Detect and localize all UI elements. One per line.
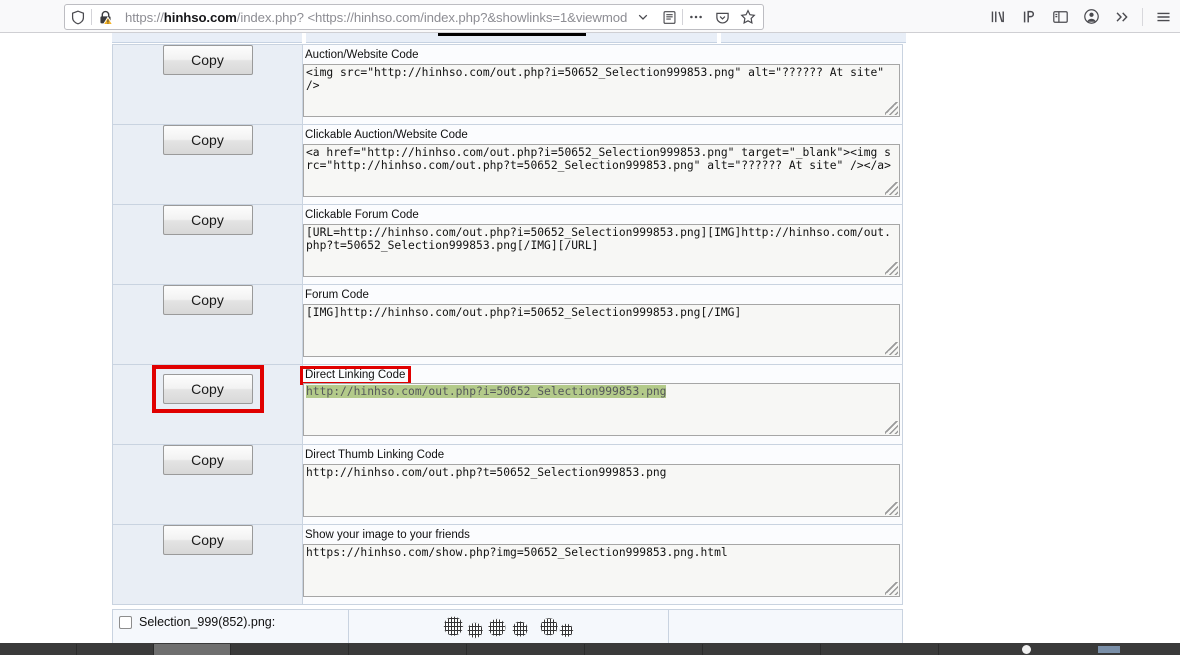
code-field-cell: Clickable Auction/Website Code <a href="h… bbox=[302, 124, 903, 205]
copy-button-cell: Copy bbox=[112, 44, 303, 125]
taskbar-tray-icon[interactable] bbox=[1098, 646, 1120, 653]
file-row: Selection_999(852).png: bbox=[112, 609, 903, 643]
code-row: Copy Show your image to your friends https… bbox=[112, 524, 903, 605]
library-icon[interactable] bbox=[985, 4, 1011, 30]
taskbar-item[interactable] bbox=[585, 643, 703, 655]
file-select-checkbox[interactable] bbox=[119, 615, 132, 629]
bookmark-star-icon[interactable] bbox=[735, 5, 761, 29]
file-extra-cell bbox=[668, 609, 903, 643]
annotation-box-copy-button: Copy bbox=[151, 365, 264, 413]
link-codes-panel: Copy Auction/Website Code <img src="http:/… bbox=[112, 33, 907, 643]
link-codes-table: Copy Auction/Website Code <img src="http:/… bbox=[112, 44, 903, 605]
header-cell-center bbox=[305, 33, 718, 43]
code-field-label: Clickable Auction/Website Code bbox=[305, 129, 468, 141]
copy-button[interactable]: Copy bbox=[162, 285, 253, 315]
copy-button[interactable]: Copy bbox=[162, 445, 253, 475]
header-cell-left bbox=[112, 33, 302, 43]
shield-icon[interactable] bbox=[65, 5, 91, 29]
code-row: Copy Auction/Website Code <img src="http:/… bbox=[112, 44, 903, 125]
taskbar-item[interactable] bbox=[77, 643, 154, 655]
code-textarea[interactable]: http://hinhso.com/out.php?i=50652_Select… bbox=[303, 383, 900, 436]
code-textarea[interactable]: [IMG]http://hinhso.com/out.php?i=50652_S… bbox=[303, 304, 900, 357]
sidebar-icon[interactable] bbox=[1047, 4, 1073, 30]
code-row: Copy Forum Code [IMG]http://hinhso.com/out… bbox=[112, 284, 903, 365]
copy-button[interactable]: Copy bbox=[162, 45, 253, 75]
header-cell-right bbox=[721, 33, 907, 43]
code-field-cell: Clickable Forum Code [URL=http://hinhso.c… bbox=[302, 204, 903, 285]
file-name-label: Selection_999(852).png: bbox=[139, 615, 276, 629]
file-list-table: Selection_999(852).png: bbox=[112, 609, 903, 643]
code-field-label: Auction/Website Code bbox=[305, 49, 419, 61]
code-textarea[interactable]: https://hinhso.com/show.php?img=50652_Se… bbox=[303, 544, 900, 597]
browser-toolbar: https://hinhso.com/index.php? <https://h… bbox=[0, 0, 1180, 33]
page-viewport: Copy Auction/Website Code <img src="http:/… bbox=[0, 33, 1180, 643]
lock-warning-icon[interactable] bbox=[92, 5, 118, 29]
direct-linking-copy-button[interactable]: Copy bbox=[162, 374, 253, 404]
toolbar-divider bbox=[1142, 7, 1143, 26]
pocket-icon[interactable] bbox=[709, 5, 735, 29]
copy-button-cell: Copy bbox=[112, 364, 303, 445]
chevron-down-icon[interactable] bbox=[630, 5, 656, 29]
copy-button-cell: Copy bbox=[112, 444, 303, 525]
taskbar-indicator-icon bbox=[1022, 645, 1031, 654]
copy-button-cell: Copy bbox=[112, 124, 303, 205]
copy-button-cell: Copy bbox=[112, 284, 303, 365]
code-field-label: Clickable Forum Code bbox=[305, 209, 419, 221]
code-field-cell: Show your image to your friends https://h… bbox=[302, 524, 903, 605]
code-field-label: Show your image to your friends bbox=[305, 529, 470, 541]
os-taskbar[interactable] bbox=[0, 643, 1180, 655]
copy-button[interactable]: Copy bbox=[162, 205, 253, 235]
code-row: Copy Direct Linking Code http://hinhso.com… bbox=[112, 364, 903, 445]
code-field-cell: Direct Thumb Linking Code http://hinhso.c… bbox=[302, 444, 903, 525]
code-field-label: Direct Thumb Linking Code bbox=[305, 449, 445, 461]
code-field-cell: Direct Linking Code http://hinhso.com/out… bbox=[299, 364, 903, 445]
code-field-label: Forum Code bbox=[305, 289, 369, 301]
reader-view-icon[interactable] bbox=[656, 5, 682, 29]
code-field-cell: Forum Code [IMG]http://hinhso.com/out.php… bbox=[302, 284, 903, 365]
taskbar-item[interactable] bbox=[703, 643, 821, 655]
hamburger-menu-icon[interactable] bbox=[1150, 4, 1176, 30]
copy-button[interactable]: Copy bbox=[162, 125, 253, 155]
taskbar-item[interactable] bbox=[349, 643, 467, 655]
overflow-chevrons-icon[interactable] bbox=[1109, 4, 1135, 30]
account-icon[interactable] bbox=[1078, 4, 1104, 30]
cut-off-table-header bbox=[112, 33, 907, 44]
page-actions-icon[interactable] bbox=[683, 5, 709, 29]
code-field-cell: Auction/Website Code <img src="http://hin… bbox=[302, 44, 903, 125]
taskbar-item-active[interactable] bbox=[154, 643, 231, 655]
taskbar-item[interactable] bbox=[231, 643, 349, 655]
file-thumbnail-cell bbox=[348, 609, 669, 643]
code-textarea[interactable]: <img src="http://hinhso.com/out.php?i=50… bbox=[303, 64, 900, 117]
code-textarea[interactable]: http://hinhso.com/out.php?t=50652_Select… bbox=[303, 464, 900, 517]
selected-text: http://hinhso.com/out.php?i=50652_Select… bbox=[306, 385, 667, 398]
code-textarea[interactable]: [URL=http://hinhso.com/out.php?i=50652_S… bbox=[303, 224, 900, 277]
copy-button[interactable]: Copy bbox=[162, 525, 253, 555]
copy-button-cell: Copy bbox=[112, 204, 303, 285]
address-bar[interactable]: https://hinhso.com/index.php? <https://h… bbox=[64, 4, 764, 30]
code-row: Copy Clickable Auction/Website Code <a hre… bbox=[112, 124, 903, 205]
taskbar-item[interactable] bbox=[0, 643, 77, 655]
file-name-cell: Selection_999(852).png: bbox=[112, 609, 349, 643]
ip-extension-icon[interactable] bbox=[1016, 4, 1042, 30]
copy-button-cell: Copy bbox=[112, 524, 303, 605]
url-text[interactable]: https://hinhso.com/index.php? <https://h… bbox=[118, 10, 630, 25]
code-row: Copy Direct Thumb Linking Code http://hinh… bbox=[112, 444, 903, 525]
taskbar-item[interactable] bbox=[821, 643, 939, 655]
taskbar-item[interactable] bbox=[467, 643, 585, 655]
image-thumbnail[interactable] bbox=[436, 615, 581, 643]
code-textarea[interactable]: <a href="http://hinhso.com/out.php?i=506… bbox=[303, 144, 900, 197]
direct-linking-code-label: Direct Linking Code bbox=[299, 366, 412, 385]
code-row: Copy Clickable Forum Code [URL=http://hinh… bbox=[112, 204, 903, 285]
